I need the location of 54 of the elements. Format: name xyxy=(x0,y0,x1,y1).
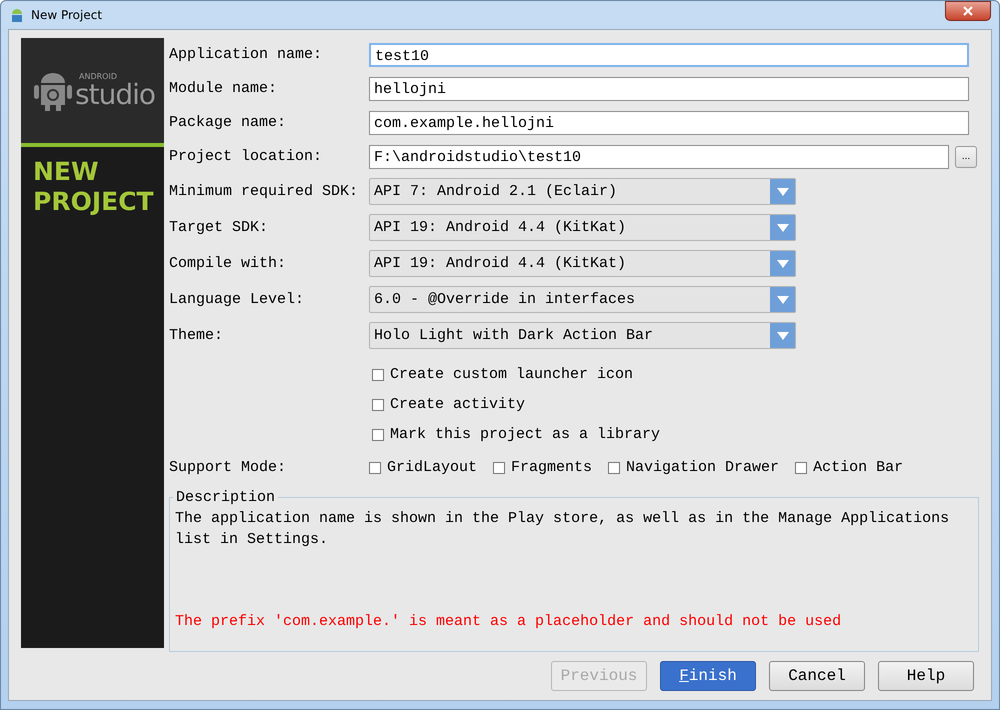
field-label: Compile with: xyxy=(169,255,288,272)
checkbox-label: Navigation Drawer xyxy=(626,459,780,476)
checkbox[interactable] xyxy=(372,428,384,441)
dropdown-value: API 7: Android 2.1 (Eclair) xyxy=(373,182,618,202)
dropdown[interactable]: API 7: Android 2.1 (Eclair) xyxy=(369,178,796,206)
dialog-button[interactable]: Finish xyxy=(660,660,756,691)
checkbox-option[interactable]: Create custom launcher icon xyxy=(372,360,979,390)
description-title: Description xyxy=(175,488,276,506)
checkbox-label: Create activity xyxy=(390,396,526,414)
checkbox-label: Action Bar xyxy=(813,459,904,476)
dropdown-value: 6.0 - @Override in interfaces xyxy=(373,290,636,310)
checkbox[interactable] xyxy=(493,462,506,474)
field-label: Language Level: xyxy=(169,291,306,308)
field-label: Theme: xyxy=(169,327,224,344)
checkbox[interactable] xyxy=(369,462,381,474)
field-label: Module name: xyxy=(169,80,278,98)
warning-text: The prefix 'com.example.' is meant as a placeholder and should not be used xyxy=(175,612,842,630)
path-field[interactable]: F:\androidstudio\test10 xyxy=(369,144,949,169)
dropdown[interactable]: Holo Light with Dark Action Bar xyxy=(369,322,796,350)
window-title: New Project xyxy=(31,8,104,22)
brand-small-text: ANDROID xyxy=(79,72,118,81)
close-icon xyxy=(963,6,973,16)
checkbox[interactable] xyxy=(608,462,620,474)
checkbox-option[interactable]: Mark this project as a library xyxy=(372,420,979,450)
field-label: Target SDK: xyxy=(169,219,270,236)
checkbox-label: Create custom launcher icon xyxy=(390,366,634,384)
dropdown[interactable]: 6.0 - @Override in interfaces xyxy=(369,286,796,314)
dropdown-value: API 19: Android 4.4 (KitKat) xyxy=(373,218,628,238)
field-label: Project location: xyxy=(169,148,324,166)
browse-button[interactable]: ... xyxy=(955,146,977,168)
dialog-button[interactable]: Help xyxy=(878,660,974,691)
text-field[interactable]: test10 xyxy=(369,42,969,67)
checkbox[interactable] xyxy=(372,368,384,381)
dropdown-value: Holo Light with Dark Action Bar xyxy=(373,326,654,346)
text-field[interactable]: com.example.hellojni xyxy=(369,110,969,135)
close-button[interactable] xyxy=(945,1,991,21)
checkbox-label: Mark this project as a library xyxy=(390,426,660,444)
checkbox-label: Fragments xyxy=(511,459,592,476)
checkbox[interactable] xyxy=(372,398,384,411)
field-label: Minimum required SDK: xyxy=(169,183,360,200)
checkbox-label: GridLayout xyxy=(387,459,478,476)
dropdown[interactable]: API 19: Android 4.4 (KitKat) xyxy=(369,250,796,278)
checkbox-option[interactable]: Create activity xyxy=(372,390,979,420)
field-label: Application name: xyxy=(169,46,324,64)
description-text: The application name is shown in the Play store, as well as in the Manage Applications list in Settings. xyxy=(175,508,950,550)
brand-text: studio xyxy=(75,80,155,109)
dialog-button[interactable]: Cancel xyxy=(769,660,865,691)
banner-heading: NEW PROJECT xyxy=(33,156,155,217)
field-label: Support Mode: xyxy=(169,459,288,476)
checkbox[interactable] xyxy=(795,462,808,474)
field-label: Package name: xyxy=(169,114,288,132)
dropdown[interactable]: API 19: Android 4.4 (KitKat) xyxy=(369,214,796,242)
dropdown-value: API 19: Android 4.4 (KitKat) xyxy=(373,254,628,274)
text-field[interactable]: hellojni xyxy=(369,76,969,101)
